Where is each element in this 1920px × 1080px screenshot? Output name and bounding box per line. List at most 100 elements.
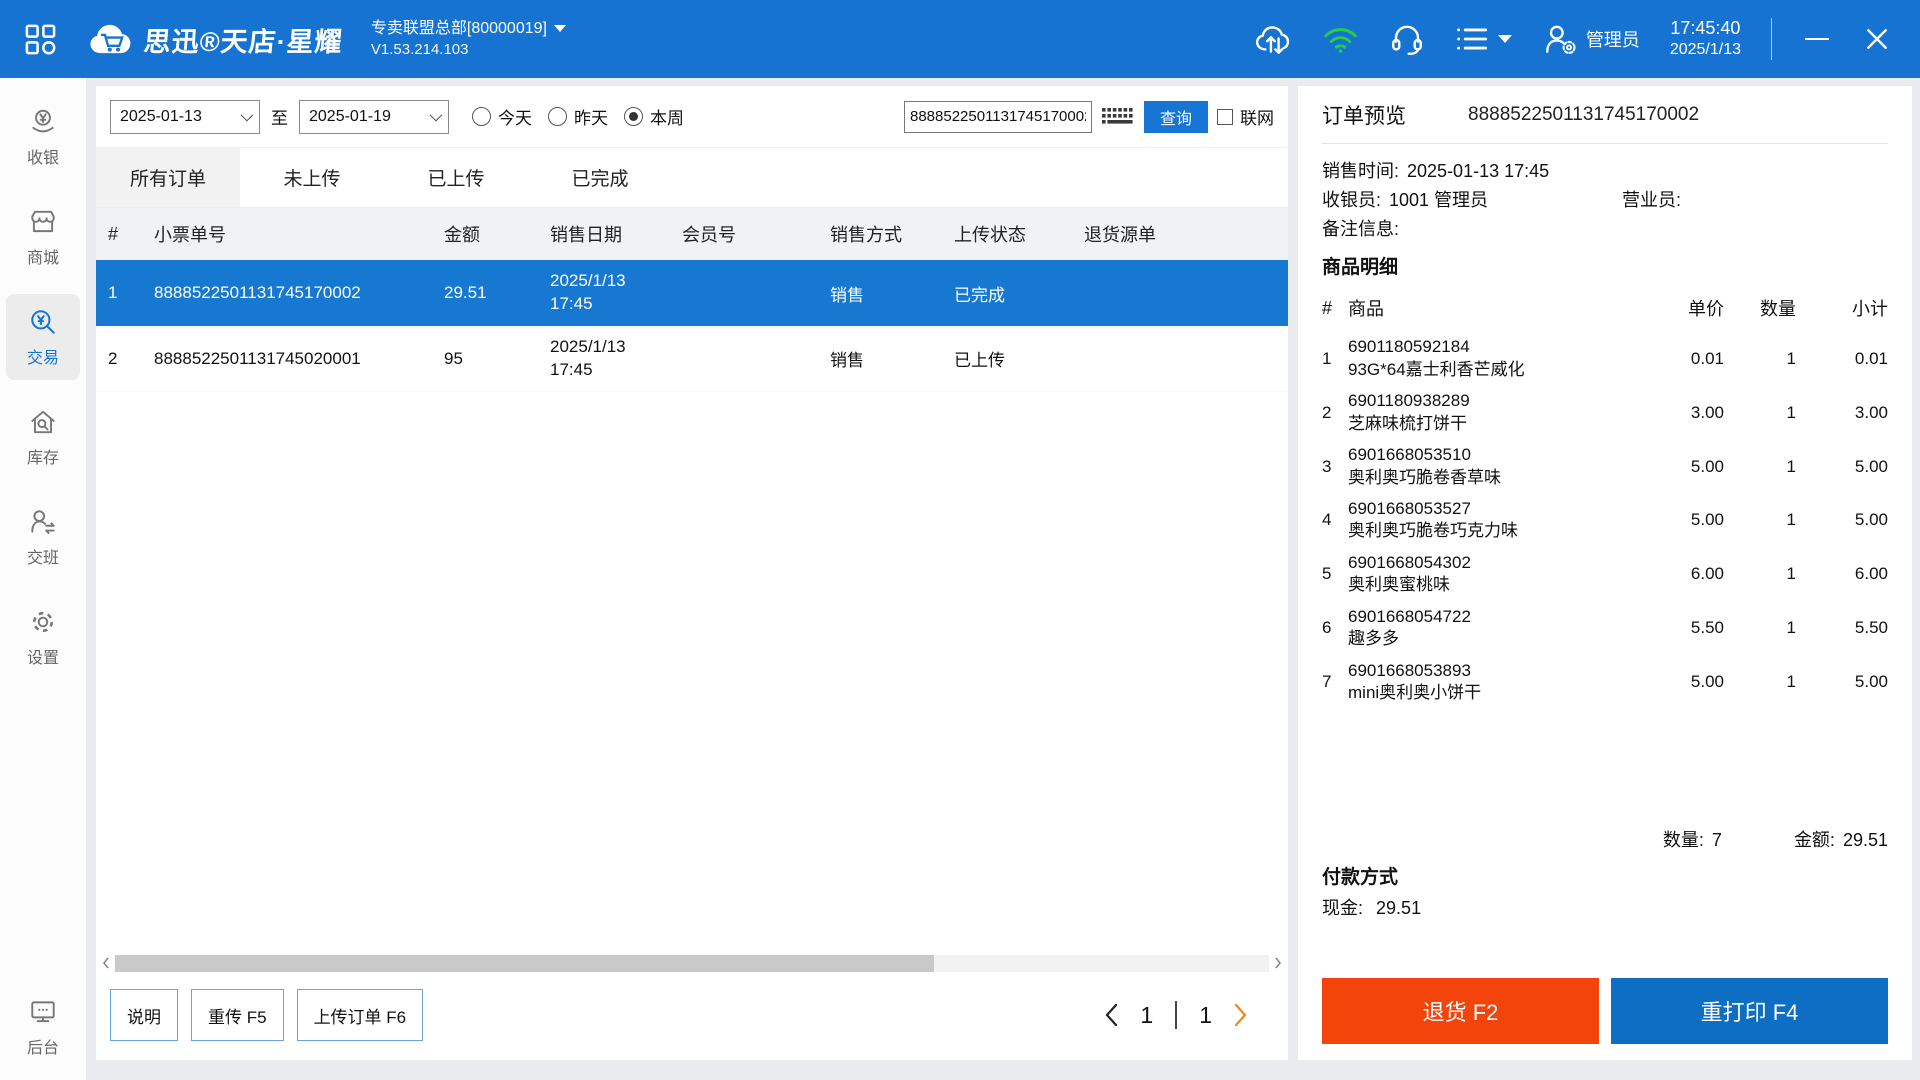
apps-grid-icon[interactable] <box>18 17 62 61</box>
col-return-source: 退货源单 <box>1084 225 1156 245</box>
radio-today-label: 今天 <box>498 109 532 128</box>
radio-week-label: 本周 <box>650 109 684 128</box>
wifi-icon[interactable] <box>1322 24 1359 54</box>
app-version: V1.53.214.103 <box>370 40 469 58</box>
sidebar-item-trade[interactable]: 交易 <box>6 294 80 380</box>
order-search-input[interactable] <box>904 100 1092 133</box>
col-item-name: 商品 <box>1348 299 1384 320</box>
upload-orders-button[interactable]: 上传订单 F6 <box>296 989 424 1041</box>
top-bar: 思迅®天店·星耀 专卖联盟总部[80000019] V1.53.214.103 <box>0 0 1920 78</box>
chevron-down-icon <box>240 108 254 122</box>
online-checkbox-wrap[interactable]: 联网 <box>1217 104 1274 129</box>
table-row[interactable]: 1 8888522501131745170002 29.51 2025/1/13… <box>96 260 1288 326</box>
cloud-sync-icon[interactable] <box>1252 23 1292 56</box>
col-sale-date: 销售日期 <box>550 225 622 245</box>
radio-circle-icon <box>624 107 643 126</box>
tab-uploaded[interactable]: 已上传 <box>384 148 528 207</box>
radio-today[interactable]: 今天 <box>472 104 532 129</box>
shift-icon <box>31 509 55 534</box>
list-item: 2 6901180938289 芝麻味梳打饼干 3.00 1 3.00 <box>1322 390 1888 435</box>
horizontal-scrollbar <box>100 954 1284 972</box>
item-index: 4 <box>1322 510 1332 530</box>
reprint-button[interactable]: 重打印 F4 <box>1611 978 1888 1044</box>
date-from-select[interactable]: 2025-01-13 <box>110 99 260 134</box>
keyboard-icon[interactable] <box>1101 106 1135 128</box>
order-index: 2 <box>108 348 118 368</box>
sidebar-item-inventory[interactable]: 库存 <box>6 394 80 480</box>
prev-page-icon[interactable] <box>1104 1003 1118 1027</box>
help-button[interactable]: 说明 <box>110 989 178 1041</box>
orders-footer: 说明 重传 F5 上传订单 F6 1 1 <box>96 976 1288 1060</box>
monitor-icon <box>31 1000 55 1022</box>
clock: 17:45:40 2025/1/13 <box>1670 17 1741 61</box>
radio-yesterday-label: 昨天 <box>574 109 608 128</box>
item-subtotal: 5.00 <box>1854 456 1888 476</box>
scroll-left-arrow[interactable] <box>100 957 112 969</box>
user-account[interactable]: 管理员 <box>1542 23 1640 55</box>
item-code: 6901668054302 <box>1348 552 1471 572</box>
item-price: 5.00 <box>1690 456 1724 476</box>
radio-this-week[interactable]: 本周 <box>624 104 684 129</box>
tab-completed[interactable]: 已完成 <box>528 148 672 207</box>
item-code: 6901180938289 <box>1348 391 1470 411</box>
headset-icon[interactable] <box>1389 23 1425 56</box>
sidebar-item-label: 交易 <box>26 349 59 367</box>
store-icon <box>31 210 55 232</box>
next-page-icon[interactable] <box>1234 1003 1248 1027</box>
sidebar-item-shift[interactable]: 交班 <box>6 494 80 580</box>
item-code: 6901180592184 <box>1348 337 1470 357</box>
sidebar-item-label: 库存 <box>26 449 59 467</box>
radio-yesterday[interactable]: 昨天 <box>548 104 608 129</box>
online-checkbox[interactable] <box>1217 108 1233 125</box>
query-button[interactable]: 查询 <box>1144 100 1208 133</box>
sidebar-item-mall[interactable]: 商城 <box>6 194 80 280</box>
filter-bar: 2025-01-13 至 2025-01-19 今天 昨天 本周 8888522… <box>96 86 1288 148</box>
minimize-button[interactable] <box>1802 24 1832 54</box>
menu-list-icon[interactable] <box>1455 25 1512 53</box>
item-name: 奥利奥巧脆卷香草味 <box>1348 467 1501 487</box>
refund-button[interactable]: 退货 F2 <box>1322 978 1599 1044</box>
close-button[interactable] <box>1862 24 1892 54</box>
scrollbar-track[interactable] <box>115 954 1269 972</box>
col-amount: 金额 <box>444 225 480 245</box>
reupload-button[interactable]: 重传 F5 <box>191 989 284 1041</box>
remark-label: 备注信息: <box>1322 218 1400 239</box>
order-amount: 95 <box>444 348 463 368</box>
preview-title: 订单预览 <box>1322 104 1406 128</box>
gear-icon <box>32 611 54 632</box>
item-qty: 1 <box>1786 510 1796 530</box>
store-selector[interactable]: 专卖联盟总部[80000019] V1.53.214.103 <box>371 18 566 60</box>
scrollbar-thumb[interactable] <box>115 954 935 972</box>
col-unit-price: 单价 <box>1688 299 1724 320</box>
date-to-select[interactable]: 2025-01-19 <box>299 99 449 134</box>
order-status: 已上传 <box>954 351 1005 370</box>
sidebar-item-backend[interactable]: 后台 <box>6 984 80 1070</box>
item-name: mini奥利奥小饼干 <box>1348 683 1482 703</box>
total-qty-value: 7 <box>1711 830 1722 850</box>
tab-not-uploaded[interactable]: 未上传 <box>240 148 384 207</box>
menu-caret-icon <box>1497 35 1512 43</box>
order-method: 销售 <box>830 285 864 305</box>
total-pages: 1 <box>1199 1001 1212 1028</box>
scroll-right-arrow[interactable] <box>1272 957 1284 969</box>
cashier-label: 收银员: <box>1322 189 1382 210</box>
store-caret-icon <box>553 25 566 33</box>
item-code: 6901668053510 <box>1348 445 1471 465</box>
user-name: 管理员 <box>1585 30 1640 50</box>
table-row[interactable]: 2 8888522501131745020001 95 2025/1/13 17:… <box>96 326 1288 392</box>
list-item: 4 6901668053527 奥利奥巧脆卷巧克力味 5.00 1 5.00 <box>1322 498 1888 543</box>
item-price: 5.50 <box>1690 618 1724 638</box>
window-divider <box>1771 18 1772 60</box>
payment-method-label: 现金: <box>1322 898 1364 918</box>
inventory-icon <box>31 410 55 433</box>
sidebar-item-settings[interactable]: 设置 <box>6 594 80 680</box>
totals-row: 数量: 7 金额: 29.51 <box>1322 826 1888 852</box>
sidebar-item-cashier[interactable]: 收银 <box>6 94 80 180</box>
col-member-no: 会员号 <box>682 225 736 245</box>
tab-all-orders[interactable]: 所有订单 <box>96 148 240 207</box>
brand-title: 思迅®天店·星耀 <box>142 26 344 57</box>
close-icon <box>1867 29 1887 49</box>
radio-circle-icon <box>472 107 491 126</box>
sale-time-value: 2025-01-13 17:45 <box>1407 161 1550 181</box>
item-name: 奥利奥巧脆卷巧克力味 <box>1348 521 1518 541</box>
